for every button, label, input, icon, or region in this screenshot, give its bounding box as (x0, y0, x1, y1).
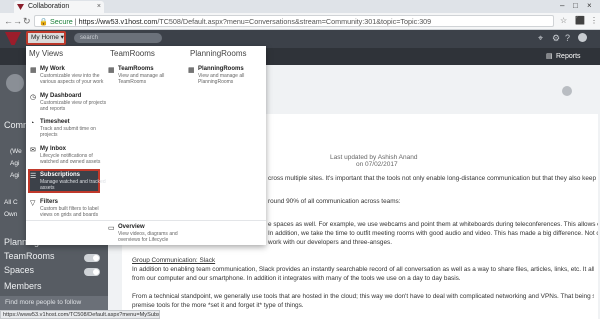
section-heading: Group Communication: Slack (132, 257, 216, 264)
reports-link[interactable]: Reports (556, 48, 581, 65)
sidebar-item-agile-1[interactable]: Agi (10, 160, 19, 167)
menu-item-desc: Customizable view of projects and reports (40, 100, 107, 112)
menu-item-subscriptions[interactable]: ☰ Subscriptions Manage watched and track… (30, 172, 106, 191)
menu-item-title: Overview (118, 224, 145, 230)
menu-item-planningrooms[interactable]: ▦ PlanningRooms View and manage all Plann… (188, 66, 258, 86)
menu-item-desc: View and manage all TeamRooms (118, 73, 165, 85)
clock-icon: ◔ (30, 120, 35, 127)
browser-status-url: https://www53.v1host.com/TC508/Default.a… (0, 310, 160, 319)
minimize-icon[interactable]: – (560, 0, 564, 12)
paragraph: round 90% of all communication across te… (268, 198, 401, 205)
reload-icon[interactable]: ↻ (23, 15, 31, 27)
extension-icon[interactable]: ⬛ (575, 15, 585, 27)
secure-label: Secure (49, 17, 73, 26)
reports-icon: ▤ (546, 53, 553, 60)
grid-icon: ▦ (30, 67, 37, 74)
teamrooms-toggle[interactable] (84, 254, 100, 262)
tab-title: Collaboration (28, 3, 70, 10)
menu-item-title: Filters (40, 199, 59, 205)
collapse-icon[interactable] (562, 86, 572, 96)
updated-on: on 07/02/2017 (356, 161, 398, 168)
column-teamrooms: TeamRooms (110, 49, 155, 58)
my-home-label: My Home (31, 34, 59, 41)
column-my-views: My Views (29, 49, 64, 58)
spaces-toggle[interactable] (84, 268, 100, 276)
menu-item-filters[interactable]: ▽ Filters Custom built filters to label v… (30, 199, 100, 218)
url-host: https://ww53.v1host.com (78, 17, 158, 26)
menu-item-timesheet[interactable]: ◔ Timesheet Track and submit time on proj… (30, 119, 100, 138)
find-people-input[interactable]: Find more people to follow (0, 296, 108, 310)
last-updated: Last updated by Ashish Anand on 07/02/20… (330, 154, 450, 168)
grid-icon: ▦ (188, 67, 195, 74)
paragraph: from our computer and our smartphone. In… (132, 275, 461, 282)
url-field[interactable]: 🔒 Secure | https://ww53.v1host.com/TC508… (34, 15, 554, 27)
close-tab-icon[interactable]: × (97, 1, 101, 13)
browser-tab[interactable]: Collaboration × (14, 1, 104, 13)
menu-item-desc: Manage watched and tracked assets (40, 179, 106, 191)
paragraph: e spaces as well. For example, we use we… (268, 221, 598, 228)
menu-item-desc: Lifecycle notifications of watched and ow… (40, 153, 101, 165)
menu-item-my-work[interactable]: ▦ My Work Customizable view into the vari… (30, 66, 104, 85)
menu-item-my-dashboard[interactable]: ◷ My Dashboard Customizable view of proj… (30, 93, 106, 112)
search-input[interactable]: search (74, 33, 162, 43)
paragraph: cross multiple sites. It's important tha… (268, 175, 598, 182)
sidebar-item-spaces[interactable]: Spaces (4, 265, 34, 275)
paragraph: work with our developers and three-ansge… (268, 239, 392, 246)
my-home-menu-button[interactable]: My Home ▾ (26, 31, 66, 45)
menu-item-desc: View and manage all PlanningRooms (198, 73, 245, 85)
location-pin-icon[interactable]: ⌖ (538, 32, 543, 44)
dropdown-divider (26, 220, 266, 221)
menu-item-overview[interactable]: ▭ Overview View videos, diagrams and over… (108, 224, 198, 244)
updated-by: Last updated by Ashish Anand (330, 154, 418, 161)
menu-item-title: Subscriptions (40, 172, 81, 178)
sidebar-heading-members: Members (4, 281, 42, 291)
paragraph: In addition to enabling team communicati… (132, 266, 594, 273)
sidebar-item-agile-2[interactable]: Agi (10, 172, 19, 179)
sidebar-item-welcome[interactable]: (We (10, 148, 22, 155)
overview-icon: ▭ (108, 225, 115, 232)
menu-item-title: Timesheet (40, 119, 70, 125)
menu-item-desc: View videos, diagrams and overviews for L… (118, 231, 178, 243)
menu-item-desc: Track and submit time on projects (40, 126, 96, 138)
menu-item-title: PlanningRooms (198, 66, 244, 72)
paragraph: In addition, we take the time to outfit … (268, 230, 598, 237)
close-window-icon[interactable]: × (587, 0, 592, 12)
chevron-down-icon: ▾ (60, 34, 64, 41)
menu-item-my-inbox[interactable]: ✉ My Inbox Lifecycle notifications of wat… (30, 146, 101, 165)
sidebar-item-all-communities[interactable]: All C (4, 199, 18, 206)
help-icon[interactable]: ? (565, 32, 570, 44)
user-avatar[interactable] (578, 33, 587, 42)
menu-item-title: TeamRooms (118, 66, 154, 72)
grid-icon: ▦ (108, 67, 115, 74)
lock-icon: 🔒 (39, 17, 48, 26)
menu-item-desc: Customizable view into the various aspect… (40, 73, 104, 85)
paragraph: premise tools for the more *set it and f… (132, 302, 304, 309)
search-placeholder: search (80, 35, 99, 41)
subscriptions-icon: ☰ (30, 173, 37, 180)
paragraph: From a technical standpoint, we generall… (132, 293, 594, 300)
menu-item-title: My Dashboard (40, 93, 82, 99)
forward-icon[interactable]: → (13, 15, 22, 27)
browser-menu-icon[interactable]: ⋮ (590, 15, 598, 27)
sidebar-item-teamrooms[interactable]: TeamRooms (4, 251, 55, 261)
menu-item-title: My Inbox (40, 146, 67, 152)
app-favicon-icon (17, 4, 24, 10)
filter-icon: ▽ (30, 200, 36, 207)
maximize-icon[interactable]: □ (573, 0, 578, 12)
back-icon[interactable]: ← (4, 15, 13, 27)
menu-item-teamrooms[interactable]: ▦ TeamRooms View and manage all TeamRooms (108, 66, 178, 86)
dashboard-icon: ◷ (30, 94, 37, 101)
menu-item-desc: Custom built filters to label views on gr… (40, 206, 99, 218)
sidebar-item-owned[interactable]: Own (4, 211, 17, 218)
profile-avatar[interactable] (6, 74, 24, 92)
menu-item-title: My Work (40, 66, 65, 72)
url-path: /TC508/Default.aspx?menu=Conversations&s… (157, 17, 432, 26)
inbox-icon: ✉ (30, 147, 36, 154)
column-planningrooms: PlanningRooms (190, 49, 247, 58)
gear-icon[interactable]: ⚙ (552, 32, 560, 44)
bookmark-star-icon[interactable]: ☆ (560, 15, 567, 27)
